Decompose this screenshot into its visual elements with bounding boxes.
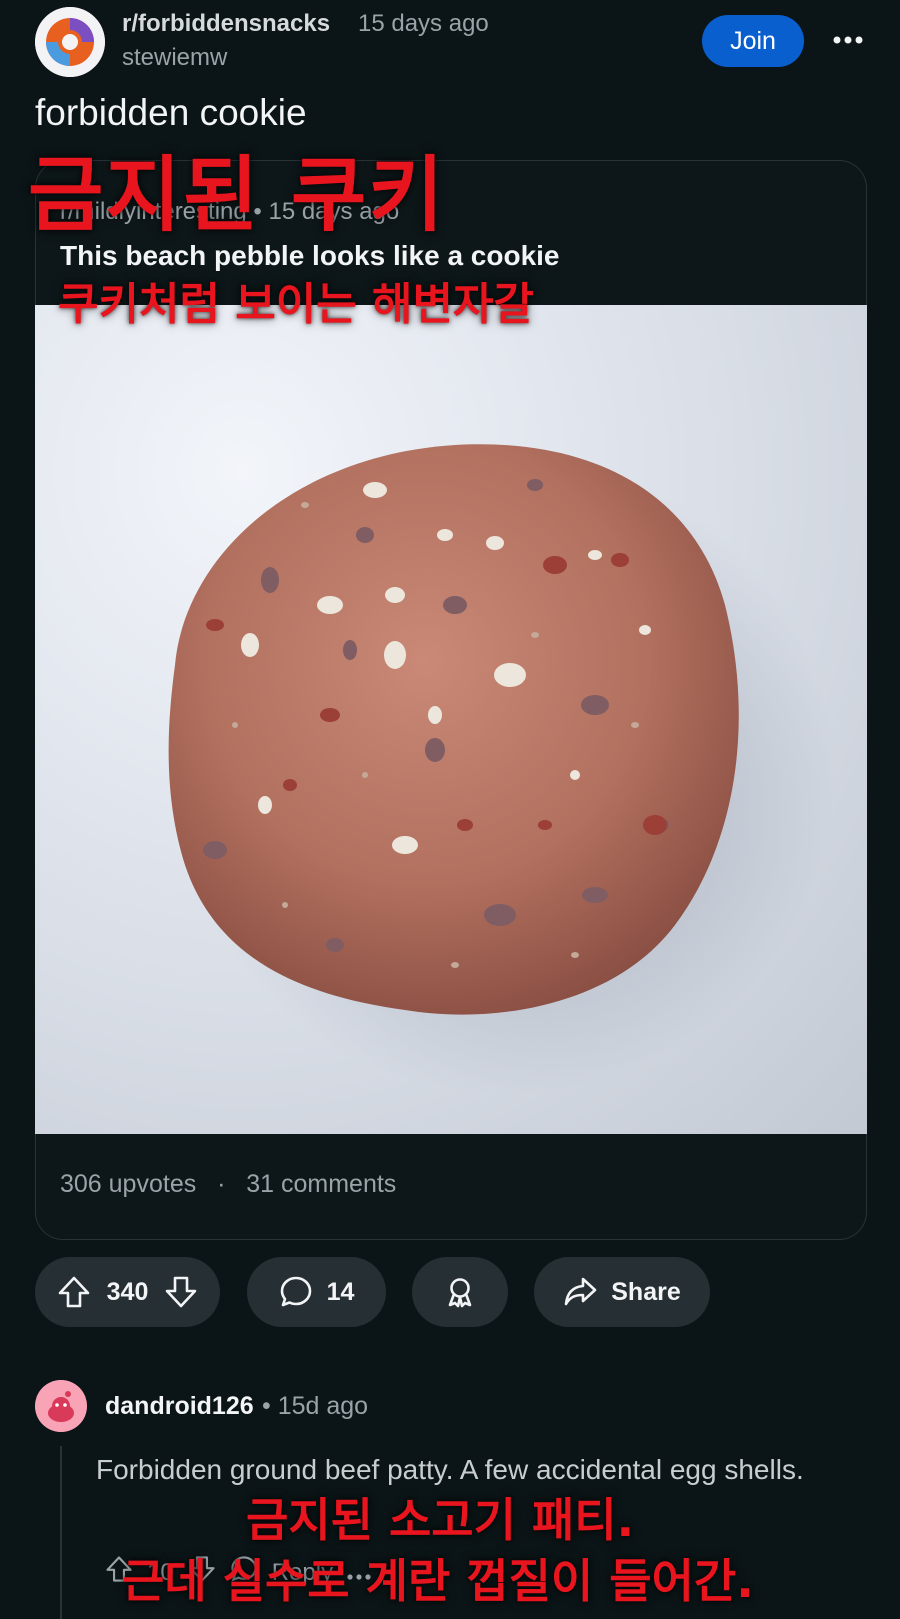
separator: • [262, 1392, 278, 1420]
title-translation-overlay: 금지된 쿠키 [28, 148, 446, 243]
subreddit-name[interactable]: r/forbiddensnacks [122, 10, 330, 38]
award-ribbon-icon [443, 1275, 477, 1309]
crosspost-translation-overlay: 쿠키처럼 보이는 해변자갈 [58, 279, 534, 330]
crosspost-comments: 31 comments [246, 1170, 397, 1198]
thread-line[interactable] [60, 1446, 62, 1619]
subreddit-avatar[interactable] [35, 7, 105, 77]
join-button[interactable]: Join [702, 15, 804, 67]
comment-time-text: 15d ago [277, 1392, 369, 1420]
post-time: 15 days ago [358, 10, 489, 37]
comment-count: 14 [326, 1277, 355, 1306]
award-button[interactable] [412, 1257, 508, 1327]
upvote-arrow-icon[interactable] [57, 1275, 91, 1309]
post-author[interactable]: stewiemw [122, 44, 227, 72]
comment-translation-line2: 근데 실수로 계란 껍질이 들어간. [122, 1554, 754, 1608]
comment-translation-line1: 금지된 소고기 패티. [246, 1493, 635, 1547]
crosspost-upvotes: 306 upvotes [60, 1170, 197, 1198]
comments-button[interactable]: 14 [247, 1257, 386, 1327]
comment-author[interactable]: dandroid126 [105, 1392, 254, 1421]
share-button[interactable]: Share [534, 1257, 710, 1327]
comment-bubble-icon [279, 1275, 313, 1309]
separator: · [203, 1170, 240, 1198]
comment-time: • 15d ago [262, 1392, 368, 1421]
crosspost-stats: 306 upvotes · 31 comments [60, 1170, 396, 1199]
share-arrow-icon [563, 1275, 597, 1309]
downvote-arrow-icon[interactable] [164, 1275, 198, 1309]
vote-score: 340 [106, 1277, 149, 1306]
post-image[interactable] [35, 305, 867, 1134]
share-label: Share [611, 1277, 681, 1306]
vote-control: 340 [35, 1257, 220, 1327]
more-dots-icon[interactable] [826, 22, 870, 58]
comment-avatar[interactable] [35, 1380, 87, 1432]
